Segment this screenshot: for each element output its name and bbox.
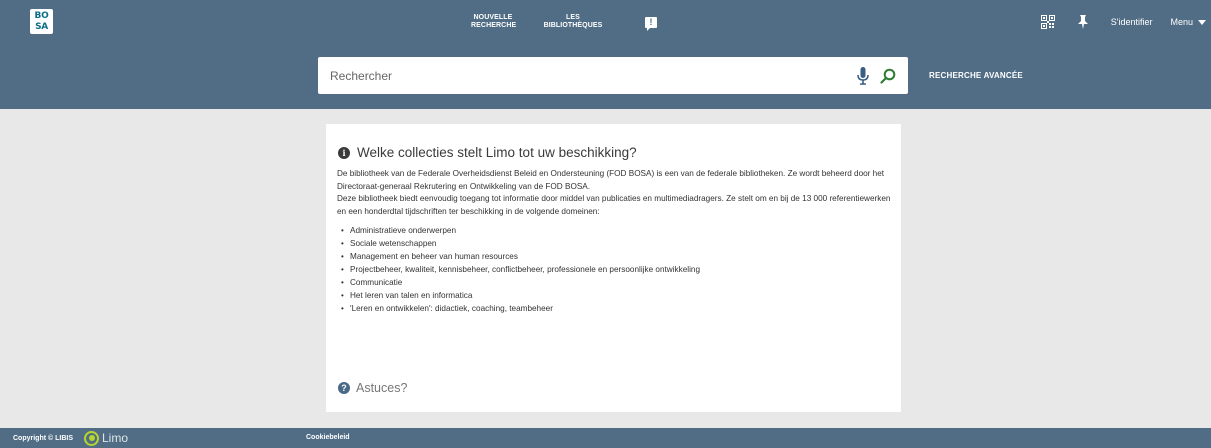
list-item: 'Leren en ontwikkelen': didactiek, coach… — [341, 303, 892, 316]
list-item: Administratieve onderwerpen — [341, 225, 892, 238]
limo-logo[interactable]: Limo — [84, 430, 129, 446]
nav-new-search-label: NOUVELLE RECHERCHE — [471, 14, 517, 29]
nav-libraries-label: LES BIBLIOTHÈQUES — [543, 14, 603, 29]
bosa-logo[interactable]: BO SA — [30, 9, 53, 34]
search-box — [318, 57, 908, 94]
list-item: Sociale wetenschappen — [341, 238, 892, 251]
feedback-icon — [645, 16, 657, 31]
limo-logo-icon — [84, 430, 99, 446]
collections-card: i Welke collecties stelt Limo tot uw bes… — [326, 124, 901, 412]
top-bar: BO SA NOUVELLE RECHERCHE LES BIBLIOTHÈQU… — [0, 0, 1211, 44]
pin-button[interactable] — [1077, 15, 1111, 29]
qr-code-icon — [1040, 15, 1055, 29]
logo-line-2: SA — [35, 22, 48, 33]
card-body: De bibliotheek van de Federale Overheids… — [337, 168, 892, 316]
card-heading: i Welke collecties stelt Limo tot uw bes… — [338, 145, 637, 160]
domains-list: Administratieve onderwerpen Sociale wete… — [337, 225, 892, 315]
tips-toggle[interactable]: ? Astuces? — [338, 381, 407, 395]
nav-libraries[interactable]: LES BIBLIOTHÈQUES — [536, 0, 610, 44]
access-paragraph: Deze bibliotheek biedt eenvoudig toegang… — [337, 194, 891, 216]
limo-logo-text: Limo — [102, 431, 129, 445]
logo-line-1: BO — [34, 10, 49, 21]
card-title: Welke collecties stelt Limo tot uw besch… — [357, 145, 637, 160]
search-icon[interactable] — [880, 68, 896, 84]
help-icon: ? — [338, 382, 350, 394]
list-item: Projectbeheer, kwaliteit, kennisbeheer, … — [341, 264, 892, 277]
pin-icon — [1077, 15, 1088, 29]
search-band: RECHERCHE AVANCÉE — [0, 44, 1211, 109]
info-icon: i — [338, 146, 350, 159]
cookie-policy-link[interactable]: Cookiebeleid — [306, 434, 350, 441]
advanced-search-link[interactable]: RECHERCHE AVANCÉE — [929, 71, 1023, 80]
nav-feedback[interactable] — [643, 0, 659, 44]
signin-link[interactable]: S'identifier — [1111, 17, 1153, 27]
nav-new-search[interactable]: NOUVELLE RECHERCHE — [470, 0, 516, 44]
list-item: Communicatie — [341, 277, 892, 290]
list-item: Management en beheer van human resources — [341, 251, 892, 264]
copyright-text: Copyright © LIBIS — [13, 434, 73, 442]
list-item: Het leren van talen en informatica — [341, 290, 892, 303]
caret-down-icon — [1198, 19, 1206, 25]
menu-button[interactable]: Menu — [1170, 17, 1209, 27]
microphone-icon[interactable] — [856, 66, 870, 85]
header-tools: S'identifier Menu — [1040, 0, 1211, 44]
tips-label: Astuces? — [356, 381, 408, 395]
menu-label: Menu — [1170, 17, 1193, 27]
footer: Copyright © LIBIS Limo Cookiebeleid — [0, 428, 1211, 448]
qr-code-button[interactable] — [1040, 15, 1077, 29]
search-input[interactable] — [318, 57, 856, 94]
intro-paragraph: De bibliotheek van de Federale Overheids… — [337, 169, 885, 191]
